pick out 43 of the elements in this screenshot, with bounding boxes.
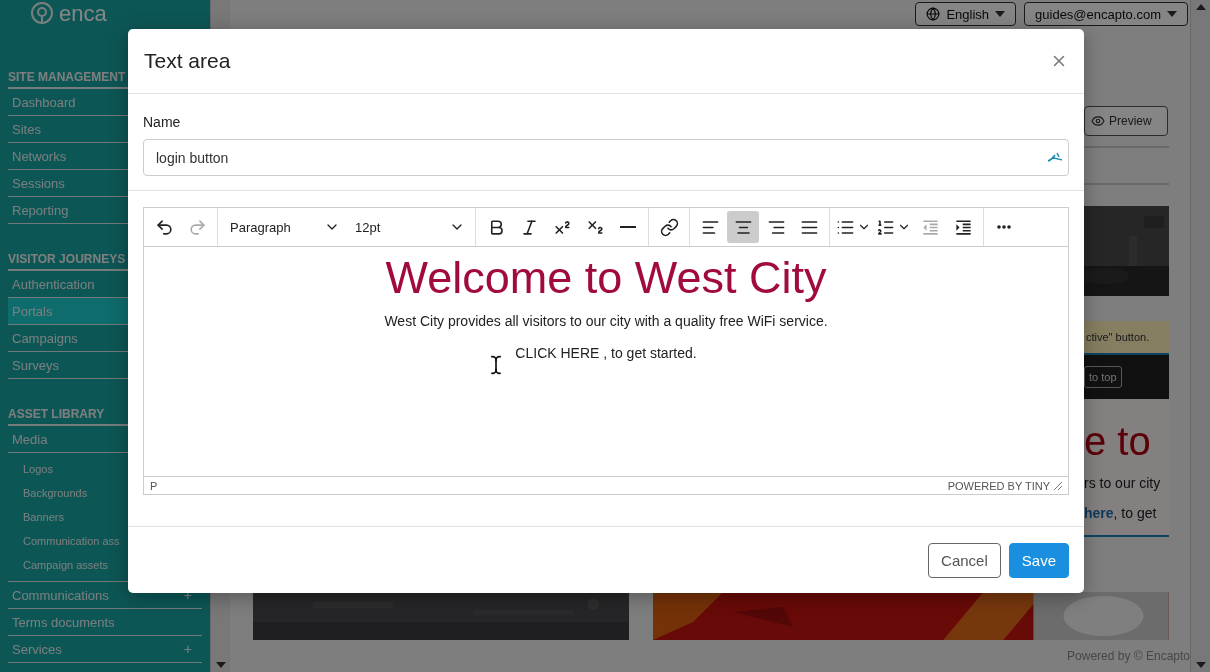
logo-text: enca	[59, 1, 107, 27]
outdent-icon	[920, 217, 940, 237]
branding-link[interactable]: POWERED BY TINY	[947, 479, 1050, 492]
more-icon	[997, 225, 1011, 229]
name-field[interactable]: login button	[143, 139, 1069, 176]
notice-text: ctive" button.	[1084, 321, 1169, 355]
caret-icon	[1167, 11, 1177, 17]
scroll-down-icon[interactable]	[1195, 662, 1206, 668]
language-dropdown[interactable]: English	[915, 2, 1017, 26]
preview-text: here, to get	[1084, 505, 1158, 521]
scroll-up-icon[interactable]	[1195, 4, 1206, 10]
preview-text: rs to our city	[1084, 475, 1162, 491]
editor-paragraph: West City provides all visitors to our city with a quality free WiFi service.	[384, 312, 828, 329]
squiggle-icon	[1047, 151, 1063, 163]
format-select[interactable]: 12pt	[347, 211, 471, 243]
globe-icon	[926, 7, 941, 21]
align-center-button[interactable]	[727, 211, 759, 243]
preview-button[interactable]: Preview	[1084, 106, 1168, 136]
editor-paragraph: CLICK HERE , to get started.	[515, 344, 697, 361]
format-select[interactable]: Paragraph	[222, 211, 346, 243]
preview-heading: e to	[1084, 421, 1152, 461]
account-dropdown[interactable]: guides@encapto.com	[1024, 2, 1188, 26]
horizontal-line-icon	[620, 226, 636, 228]
scroll-down-icon[interactable]	[215, 662, 226, 668]
indent-icon	[953, 217, 973, 237]
save-button[interactable]: Save	[1008, 542, 1069, 578]
expand-toggle[interactable]: +	[183, 641, 192, 657]
link-icon	[659, 217, 679, 237]
rich-text-editor[interactable]: Paragraph 12pt Welcome to West City West City provides all visitors to our city with a quality free WiFi service. CLICK HERE , to get started. P POWERED BY TINY	[143, 207, 1069, 495]
element-path[interactable]: P	[150, 479, 158, 492]
scrollbar[interactable]	[1190, 0, 1210, 672]
undo-icon	[154, 217, 174, 237]
field-label: Name	[143, 114, 182, 130]
cancel-button[interactable]: Cancel	[928, 542, 1001, 578]
numbered-list-icon	[876, 217, 895, 237]
sidebar-item[interactable]: Services +	[8, 636, 202, 663]
sidebar-item[interactable]: Terms documents	[8, 609, 202, 636]
eye-icon	[1091, 114, 1105, 128]
caret-icon	[995, 11, 1006, 17]
resize-handle-icon[interactable]	[1054, 481, 1062, 490]
editor-heading: Welcome to West City	[385, 253, 827, 303]
logo-icon	[30, 1, 54, 25]
redo-icon	[187, 217, 207, 237]
